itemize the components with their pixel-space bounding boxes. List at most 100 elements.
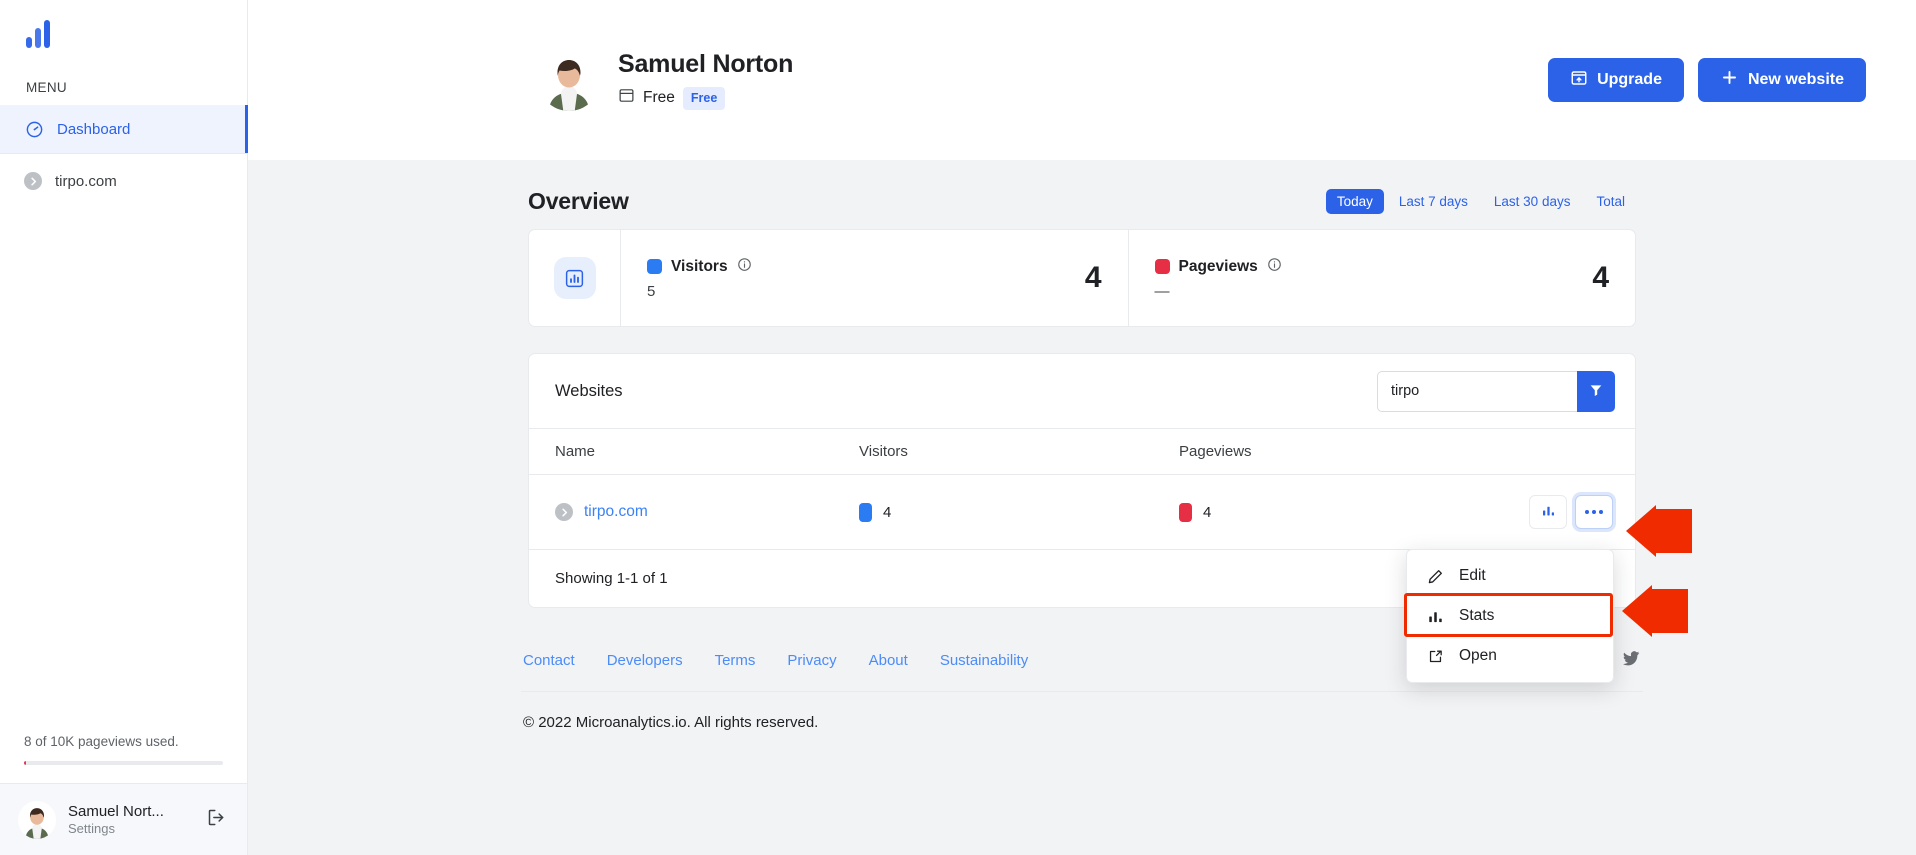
range-tab-last-30-days[interactable]: Last 30 days	[1483, 189, 1582, 214]
circle-chevron-right-icon	[24, 172, 42, 190]
info-icon[interactable]	[737, 257, 752, 277]
cell-visitors: 4	[859, 474, 1179, 550]
upgrade-button-label: Upgrade	[1597, 71, 1662, 88]
sidebar-user-name: Samuel Nort...	[68, 803, 164, 820]
plan-row: Free Free	[618, 87, 793, 110]
overview-stats-card: Visitors 5 4 Pageviews — 4	[528, 229, 1636, 327]
profile-block: Samuel Norton Free Free	[538, 49, 793, 111]
new-website-button[interactable]: New website	[1697, 58, 1866, 102]
metric-visitors: Visitors 5 4	[621, 230, 1128, 326]
websites-card-header: Websites	[529, 354, 1635, 428]
bar-chart-icon	[553, 257, 596, 299]
new-website-button-label: New website	[1747, 71, 1844, 88]
sidebar-user-meta: Samuel Nort... Settings	[68, 803, 191, 836]
microanalytics-logo-icon	[26, 20, 50, 48]
overview-card-icon-cell	[529, 230, 621, 326]
column-header-visitors: Visitors	[859, 428, 1179, 475]
logo-container[interactable]	[0, 0, 247, 68]
sidebar-user-box[interactable]: Samuel Nort... Settings	[0, 783, 247, 855]
plan-badge: Free	[682, 87, 726, 110]
info-icon[interactable]	[1267, 257, 1282, 277]
metric-visitors-previous: 5	[647, 282, 656, 300]
menu-item-stats[interactable]: Stats	[1407, 596, 1613, 636]
logout-button[interactable]	[203, 807, 229, 833]
app-root: MENU Dashboard tirpo.com 8 of 10K pagevi…	[0, 0, 1916, 855]
twitter-link[interactable]	[1621, 648, 1641, 673]
menu-item-edit-label: Edit	[1459, 567, 1486, 584]
site-link-tirpo-com[interactable]: tirpo.com	[584, 503, 648, 521]
footer-link-terms[interactable]: Terms	[715, 652, 756, 669]
main-area: Samuel Norton Free Free Upgrade New webs…	[248, 0, 1916, 855]
row-actions-dropdown-menu: Edit Stats Open	[1406, 549, 1614, 683]
table-row: tirpo.com 4 4	[529, 474, 1635, 550]
sidebar-item-tirpo-com[interactable]: tirpo.com	[0, 154, 247, 208]
pageviews-color-swatch	[1154, 259, 1170, 274]
sidebar-item-dashboard[interactable]: Dashboard	[0, 105, 248, 153]
metric-visitors-value: 4	[1084, 261, 1102, 294]
plus-icon	[1720, 68, 1739, 92]
filter-icon	[1588, 382, 1604, 401]
metric-pageviews-title-row: Pageviews	[1154, 257, 1282, 277]
logout-icon	[206, 807, 227, 833]
websites-table-head: Name Visitors Pageviews	[529, 428, 1635, 475]
footer-link-developers[interactable]: Developers	[607, 652, 683, 669]
menu-section-label: MENU	[26, 80, 67, 95]
column-header-pageviews: Pageviews	[1179, 428, 1509, 475]
cell-site-name: tirpo.com	[529, 474, 859, 550]
metric-visitors-left: Visitors 5	[647, 257, 752, 300]
quota-text: 8 of 10K pageviews used.	[24, 734, 179, 749]
bar-chart-icon	[1541, 503, 1556, 521]
metric-pageviews-value: 4	[1592, 261, 1609, 294]
overview-title: Overview	[528, 188, 629, 214]
column-header-name: Name	[529, 428, 859, 475]
cell-pageviews: 4	[1179, 474, 1509, 550]
row-stats-button[interactable]	[1529, 495, 1567, 529]
metric-pageviews: Pageviews — 4	[1127, 230, 1636, 326]
column-header-actions	[1509, 428, 1635, 475]
range-tab-today[interactable]: Today	[1325, 189, 1384, 214]
footer-link-about[interactable]: About	[869, 652, 908, 669]
sidebar-item-label: Dashboard	[57, 120, 131, 138]
profile-text: Samuel Norton Free Free	[618, 50, 793, 110]
profile-avatar	[538, 49, 600, 111]
avatar	[18, 800, 56, 839]
pencil-icon	[1425, 566, 1445, 586]
metric-visitors-label: Visitors	[671, 257, 728, 275]
content-scroll-area: Overview Today Last 7 days Last 30 days …	[248, 160, 1916, 855]
gauge-icon	[24, 119, 44, 139]
cell-pageviews-value: 4	[1203, 503, 1212, 521]
cell-row-actions	[1509, 474, 1635, 550]
range-tab-last-7-days[interactable]: Last 7 days	[1388, 189, 1479, 214]
menu-item-open[interactable]: Open	[1407, 636, 1613, 676]
footer-link-sustainability[interactable]: Sustainability	[940, 652, 1028, 669]
visitors-color-pill	[859, 502, 872, 522]
table-header-row: Name Visitors Pageviews	[529, 428, 1635, 475]
archive-box-icon	[618, 87, 635, 109]
menu-item-edit[interactable]: Edit	[1407, 556, 1613, 596]
footer-link-privacy[interactable]: Privacy	[787, 652, 836, 669]
page-title: Samuel Norton	[618, 50, 794, 79]
sidebar-user-settings-label: Settings	[68, 821, 115, 836]
external-link-icon	[1425, 646, 1445, 666]
visitors-color-swatch	[647, 259, 662, 274]
filter-button[interactable]	[1577, 370, 1615, 412]
menu-item-stats-label: Stats	[1459, 607, 1495, 624]
overview-header: Overview Today Last 7 days Last 30 days …	[528, 188, 1636, 229]
websites-search-group	[1377, 370, 1615, 412]
cell-visitors-value: 4	[883, 503, 892, 521]
row-more-button[interactable]	[1575, 495, 1613, 529]
websites-table-body: tirpo.com 4 4	[529, 474, 1635, 550]
pageviews-color-pill	[1179, 502, 1192, 522]
range-tab-total[interactable]: Total	[1585, 189, 1636, 214]
bar-chart-icon	[1425, 606, 1445, 626]
search-input[interactable]	[1377, 370, 1577, 412]
plan-label: Free	[643, 89, 675, 107]
metric-visitors-title-row: Visitors	[647, 257, 752, 277]
footer-links: Contact Developers Terms Privacy About S…	[523, 652, 1028, 669]
footer-link-contact[interactable]: Contact	[523, 652, 575, 669]
quota-section: 8 of 10K pageviews used.	[0, 734, 247, 783]
header-actions: Upgrade New website	[1548, 58, 1866, 102]
upgrade-button[interactable]: Upgrade	[1548, 58, 1684, 102]
menu-item-open-label: Open	[1459, 647, 1497, 664]
ellipsis-icon	[1585, 510, 1603, 514]
